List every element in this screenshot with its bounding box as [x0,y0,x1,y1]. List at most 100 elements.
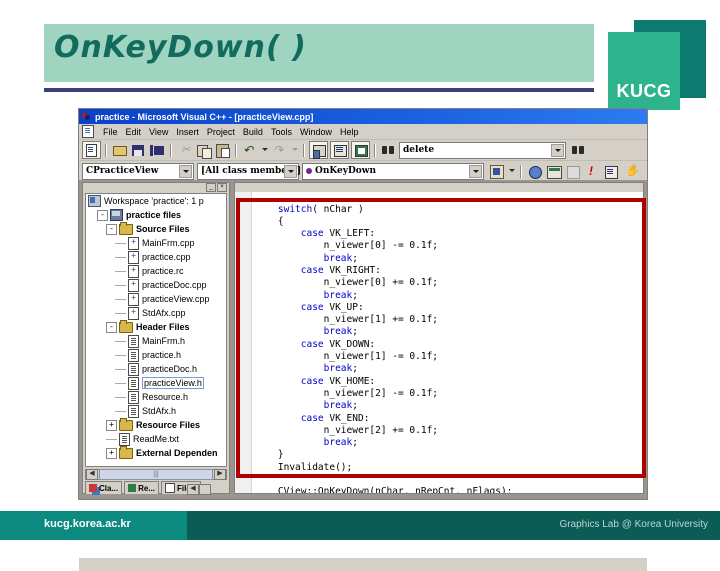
collapse-icon[interactable]: - [106,321,117,333]
title-banner: OnKeyDown( ) [44,24,594,82]
file-tree[interactable]: Workspace 'practice': 1 p - practice files… [85,193,227,467]
scroll-right-icon[interactable]: ▶ [214,469,226,480]
close-icon[interactable]: × [217,183,227,192]
function-combo[interactable]: OnKeyDown [302,162,484,180]
expand-icon[interactable]: + [106,447,117,459]
menu-item-window[interactable]: Window [296,127,336,137]
tree-item-label: Resource Files [136,420,201,430]
code-text: ( nChar ) [312,203,364,215]
tree-item[interactable]: StdAfx.cpp [86,306,226,320]
menu-item-file[interactable]: File [99,127,122,137]
open-file-icon[interactable] [111,142,128,158]
tree-item[interactable]: - Source Files [86,221,226,236]
menu-item-view[interactable]: View [145,127,172,137]
toolbar-separator [303,143,305,157]
find-icon[interactable] [380,142,397,158]
collapse-icon[interactable]: - [97,209,108,221]
tree-item[interactable]: + Resource Files [86,417,226,432]
menu-item-project[interactable]: Project [203,127,239,137]
menu-item-insert[interactable]: Insert [172,127,203,137]
save-icon[interactable] [130,142,147,158]
members-combo[interactable]: [All class members] [197,162,301,180]
tab-resourceview[interactable]: Re... [124,481,160,494]
go-icon[interactable] [602,163,619,179]
code-line: { [255,216,284,227]
workspace-panel-caption: _ × [83,183,229,192]
tree-item-label: practice.h [142,350,182,360]
menu-item-help[interactable]: Help [336,127,363,137]
tree-item[interactable]: practiceView.h [86,376,226,390]
tree-item-label: practice.cpp [142,252,191,262]
tree-item[interactable]: Workspace 'practice': 1 p [86,194,226,208]
paste-icon[interactable] [214,142,231,158]
editor-horizontal-scrollbar[interactable]: ◀ [187,484,211,495]
copy-icon[interactable] [195,142,212,159]
code-editor[interactable]: switch( nChar ) { case VK_LEFT: n_viewer… [234,182,644,494]
class-combo[interactable]: CPracticeView [82,162,194,180]
members-combo-chevron-down-icon[interactable] [284,164,297,178]
tree-item[interactable]: - Header Files [86,319,226,334]
tree-item[interactable]: - practice files [86,208,226,222]
find-next-icon[interactable] [570,142,587,158]
tree-item[interactable]: StdAfx.h [86,404,226,418]
compile-icon[interactable] [526,163,543,179]
tree-item[interactable]: practiceDoc.cpp [86,278,226,292]
menu-item-build[interactable]: Build [239,127,267,137]
window-list-icon[interactable] [351,141,370,159]
tree-item[interactable]: Resource.h [86,390,226,404]
tree-item[interactable]: ReadMe.txt [86,432,226,446]
tree-horizontal-scrollbar[interactable]: ◀ ||| ▶ [85,469,227,480]
tree-item-label: Resource.h [142,392,189,402]
tree-item[interactable]: practiceDoc.h [86,362,226,376]
build-icon[interactable] [545,163,562,179]
cut-icon[interactable]: ✂ [176,142,193,158]
wizardbar-dropdown-icon[interactable] [507,163,516,179]
editor-scroll-right-icon[interactable] [199,484,211,495]
new-file-icon[interactable] [82,141,101,159]
tree-item[interactable]: practice.cpp [86,250,226,264]
find-dropdown-icon[interactable] [551,143,564,157]
stop-build-icon[interactable] [564,163,581,179]
status-bar [79,558,647,571]
tree-item[interactable]: MainFrm.cpp [86,236,226,250]
code-line: CView::OnKeyDown(nChar, nRepCnt, nFlags)… [255,486,513,493]
find-input[interactable]: delete [399,141,566,159]
function-combo-chevron-down-icon[interactable] [469,164,482,178]
editor-code[interactable]: switch( nChar ) { case VK_LEFT: n_viewer… [255,203,513,494]
document-menu-icon[interactable] [82,125,94,138]
tab-classview[interactable]: Cla... [85,481,123,494]
collapse-icon[interactable]: - [106,223,117,235]
undo-icon[interactable]: ↶ [241,142,258,158]
scroll-thumb[interactable]: ||| [99,469,213,480]
output-window-icon[interactable] [330,141,349,159]
minimize-icon[interactable]: _ [206,183,216,192]
footer-credit: Graphics Lab @ Korea University [559,519,708,530]
tree-item[interactable]: MainFrm.h [86,334,226,348]
save-all-icon[interactable] [149,142,166,158]
menu-item-tools[interactable]: Tools [267,127,296,137]
insert-breakpoint-icon[interactable]: ! [583,163,600,179]
undo-dropdown-icon[interactable] [260,142,269,158]
code-keyword: break [323,363,353,375]
code-line: n_viewer[2] += 0.1f; [255,425,438,436]
code-text: { [277,215,284,227]
tree-item[interactable]: practice.h [86,348,226,362]
editor-scroll-left-icon[interactable]: ◀ [187,484,199,495]
toolbar-separator [105,143,107,157]
menu-item-edit[interactable]: Edit [122,127,146,137]
redo-dropdown-icon[interactable] [290,142,299,158]
tree-item[interactable]: practiceView.cpp [86,292,226,306]
tree-item-label: practice files [126,210,182,220]
tree-item[interactable]: + External Dependen [86,445,226,460]
wizardbar-actions-icon[interactable] [488,163,505,179]
code-text: n_viewer[0] += 0.1f; [323,277,439,289]
hand-icon[interactable]: ✋ [621,163,639,179]
expand-icon[interactable]: + [106,419,117,431]
class-combo-chevron-down-icon[interactable] [179,164,192,178]
redo-icon[interactable]: ↷ [271,142,288,158]
workspace-icon[interactable] [309,141,328,159]
code-text: ; [352,400,358,412]
tree-item[interactable]: practice.rc [86,264,226,278]
scroll-left-icon[interactable]: ◀ [86,469,98,480]
